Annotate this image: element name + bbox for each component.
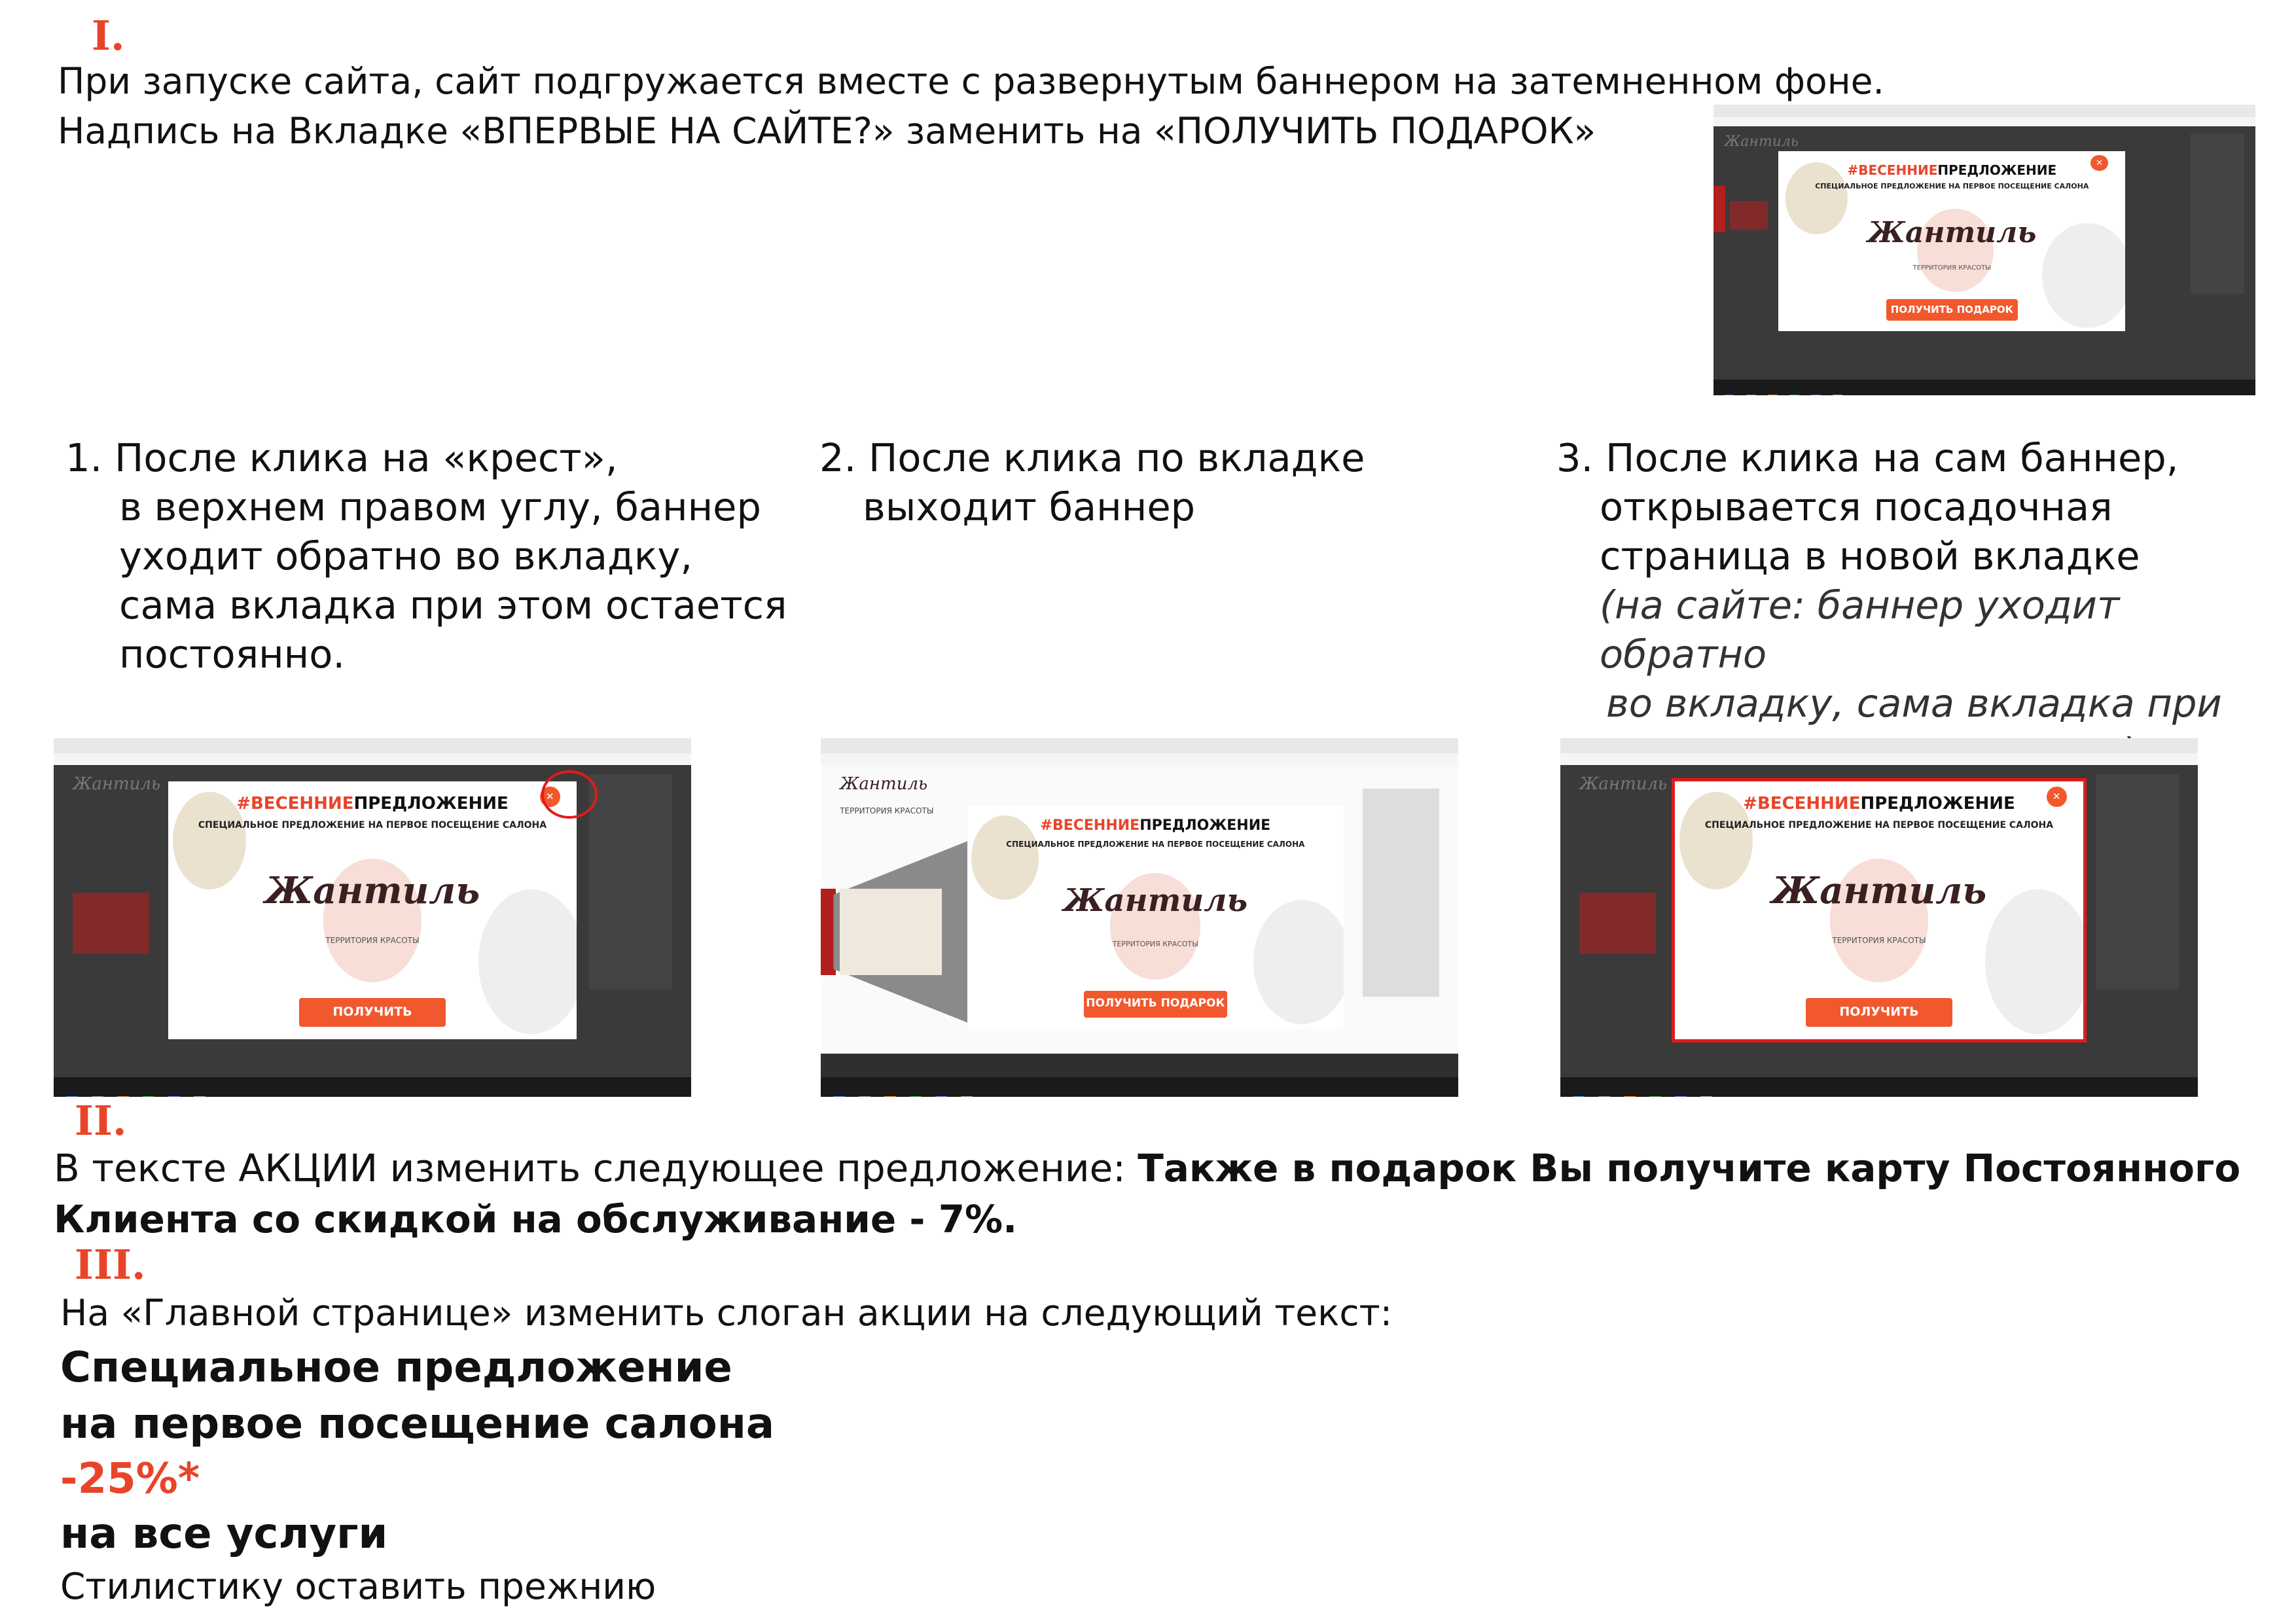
section-1-line-2: Надпись на Вкладке «ВПЕРВЫЕ НА САЙТЕ?» з… — [58, 110, 1596, 152]
screenshot-close-step: Жантиль #ВЕСЕННИЕПРЕДЛОЖЕНИЕ СПЕЦИАЛЬНОЕ… — [54, 738, 691, 1097]
slogan-discount: -25%* — [60, 1455, 200, 1503]
step-1-line: сама вкладка при этом остается — [119, 582, 787, 628]
banner-logo-subtitle: ТЕРРИТОРИЯ КРАСОТЫ — [325, 936, 420, 946]
banner-logo: Жантиль — [1771, 868, 1987, 912]
get-gift-button[interactable]: ПОЛУЧИТЬ ПОДАРОК — [1805, 998, 1953, 1039]
banner-popup[interactable]: #ВЕСЕННИЕПРЕДЛОЖЕНИЕ СПЕЦИАЛЬНОЕ ПРЕДЛОЖ… — [1672, 777, 2087, 1043]
site-logo: Жантиль — [840, 774, 928, 794]
banner-title: #ВЕСЕННИЕПРЕДЛОЖЕНИЕ — [236, 794, 509, 814]
step-3-note: во вкладку, сама вкладка при — [1606, 681, 2222, 726]
side-column — [1362, 788, 1439, 997]
gift-card — [1729, 200, 1768, 230]
browser-tabs — [1560, 738, 2198, 755]
step-3-line: страница в новой вкладке — [1600, 533, 2140, 579]
bookmarks-bar — [1713, 116, 2255, 126]
section-3-numeral: III. — [75, 1241, 146, 1289]
browser-tabs — [54, 738, 691, 755]
section-2-text: В тексте АКЦИИ изменить следующее предло… — [54, 1143, 2266, 1245]
close-highlight-circle — [541, 770, 598, 819]
banner-title: #ВЕСЕННИЕПРЕДЛОЖЕНИЕ — [1743, 794, 2015, 814]
banner-logo-subtitle: ТЕРРИТОРИЯ КРАСОТЫ — [1112, 939, 1198, 948]
banner-logo: Жантиль — [264, 868, 480, 912]
banner-popup[interactable]: #ВЕСЕННИЕПРЕДЛОЖЕНИЕ СПЕЦИАЛЬНОЕ ПРЕДЛОЖ… — [1778, 151, 2126, 332]
slogan-line-1: Специальное предложение — [60, 1344, 732, 1392]
section-2-numeral: II. — [75, 1097, 127, 1145]
banner-logo: Жантиль — [1867, 216, 2037, 250]
banner-title: #ВЕСЕННИЕПРЕДЛОЖЕНИЕ — [1847, 162, 2057, 178]
site-logo: Жантиль — [73, 774, 161, 794]
side-column — [2190, 134, 2245, 294]
gift-card — [73, 892, 150, 954]
side-column — [2096, 774, 2179, 990]
banner-logo-subtitle: ТЕРРИТОРИЯ КРАСОТЫ — [1912, 264, 1991, 272]
banner-subtitle: СПЕЦИАЛЬНОЕ ПРЕДЛОЖЕНИЕ НА ПЕРВОЕ ПОСЕЩЕ… — [1704, 819, 2054, 830]
site-logo: Жантиль — [1724, 134, 1799, 151]
banner-popup[interactable]: #ВЕСЕННИЕПРЕДЛОЖЕНИЕ СПЕЦИАЛЬНОЕ ПРЕДЛОЖ… — [967, 806, 1344, 1029]
get-gift-button[interactable]: ПОЛУЧИТЬ ПОДАРОК — [1084, 991, 1227, 1018]
section-1-numeral: I. — [92, 12, 125, 60]
step-1-line: в верхнем правом углу, баннер — [119, 484, 761, 529]
taskbar — [1713, 379, 2255, 395]
step-2-line: выходит баннер — [863, 484, 1196, 529]
section-3-lead: На «Главной странице» изменить слоган ак… — [60, 1292, 1393, 1334]
banner-subtitle: СПЕЦИАЛЬНОЕ ПРЕДЛОЖЕНИЕ НА ПЕРВОЕ ПОСЕЩЕ… — [1815, 181, 2089, 190]
banner-logo-subtitle: ТЕРРИТОРИЯ КРАСОТЫ — [1832, 936, 1926, 946]
step-3: 3. После клика на сам баннер, открываетс… — [1556, 433, 2296, 777]
step-3-note: (на сайте: баннер уходит обратно — [1600, 582, 2120, 677]
step-2: 2. После клика по вкладке выходит баннер — [819, 433, 1365, 531]
taskbar — [821, 1077, 1458, 1097]
side-column — [589, 774, 672, 990]
taskbar — [1560, 1077, 2198, 1097]
browser-tabs — [1713, 105, 2255, 118]
browser-tabs — [821, 738, 1458, 755]
banner-popup[interactable]: #ВЕСЕННИЕПРЕДЛОЖЕНИЕ СПЕЦИАЛЬНОЕ ПРЕДЛОЖ… — [168, 781, 577, 1040]
step-1-line: 1. После клика на «крест», — [65, 435, 618, 480]
screenshot-tab-step: Жантиль ТЕРРИТОРИЯ КРАСОТЫ #ВЕСЕННИЕПРЕД… — [821, 738, 1458, 1097]
step-1-line: уходит обратно во вкладку, — [119, 533, 693, 579]
gift-certificate — [840, 889, 942, 975]
screenshot-initial: Жантиль #ВЕСЕННИЕПРЕДЛОЖЕНИЕ СПЕЦИАЛЬНОЕ… — [1713, 105, 2255, 395]
step-3-line: открывается посадочная — [1600, 484, 2113, 529]
slogan-line-4: на все услуги — [60, 1510, 388, 1558]
step-1: 1. После клика на «крест», в верхнем пра… — [65, 433, 787, 679]
close-icon[interactable]: ✕ — [2090, 154, 2108, 171]
gift-card — [1579, 892, 1657, 954]
bookmarks-bar — [821, 753, 1458, 765]
banner-logo: Жантиль — [1063, 882, 1248, 919]
section-2-lead: В тексте АКЦИИ изменить следующее предло… — [54, 1146, 1138, 1190]
section-3-footer: Стилистику оставить прежнию — [60, 1565, 656, 1607]
step-1-line: постоянно. — [119, 632, 346, 677]
screenshot-banner-click-step: Жантиль #ВЕСЕННИЕПРЕДЛОЖЕНИЕ СПЕЦИАЛЬНОЕ… — [1560, 738, 2198, 1097]
bookmarks-bar — [1560, 753, 2198, 765]
step-2-line: 2. После клика по вкладке — [819, 435, 1365, 480]
section-2-bold: Также в подарок Вы получите карту Постоя… — [1138, 1146, 2241, 1190]
gift-tab — [1713, 186, 1726, 233]
step-3-line: 3. После клика на сам баннер, — [1556, 435, 2179, 480]
taskbar — [54, 1077, 691, 1097]
bookmarks-bar — [54, 753, 691, 765]
site-footer — [821, 1054, 1458, 1077]
close-icon[interactable]: ✕ — [2046, 786, 2067, 808]
banner-title: #ВЕСЕННИЕПРЕДЛОЖЕНИЕ — [1040, 817, 1271, 834]
site-logo: Жантиль — [1579, 774, 1668, 794]
section-1-line-1: При запуске сайта, сайт подгружается вме… — [58, 60, 1884, 102]
slogan-line-2: на первое посещение салона — [60, 1400, 775, 1448]
banner-subtitle: СПЕЦИАЛЬНОЕ ПРЕДЛОЖЕНИЕ НА ПЕРВОЕ ПОСЕЩЕ… — [1006, 840, 1305, 849]
banner-subtitle: СПЕЦИАЛЬНОЕ ПРЕДЛОЖЕНИЕ НА ПЕРВОЕ ПОСЕЩЕ… — [198, 819, 547, 830]
section-2-bold: Клиента со скидкой на обслуживание - 7%. — [54, 1197, 1018, 1241]
site-tagline: ТЕРРИТОРИЯ КРАСОТЫ — [840, 806, 934, 816]
get-gift-button[interactable]: ПОЛУЧИТЬ ПОДАРОК — [1886, 298, 2018, 321]
get-gift-button[interactable]: ПОЛУЧИТЬ ПОДАРОК — [298, 998, 446, 1039]
